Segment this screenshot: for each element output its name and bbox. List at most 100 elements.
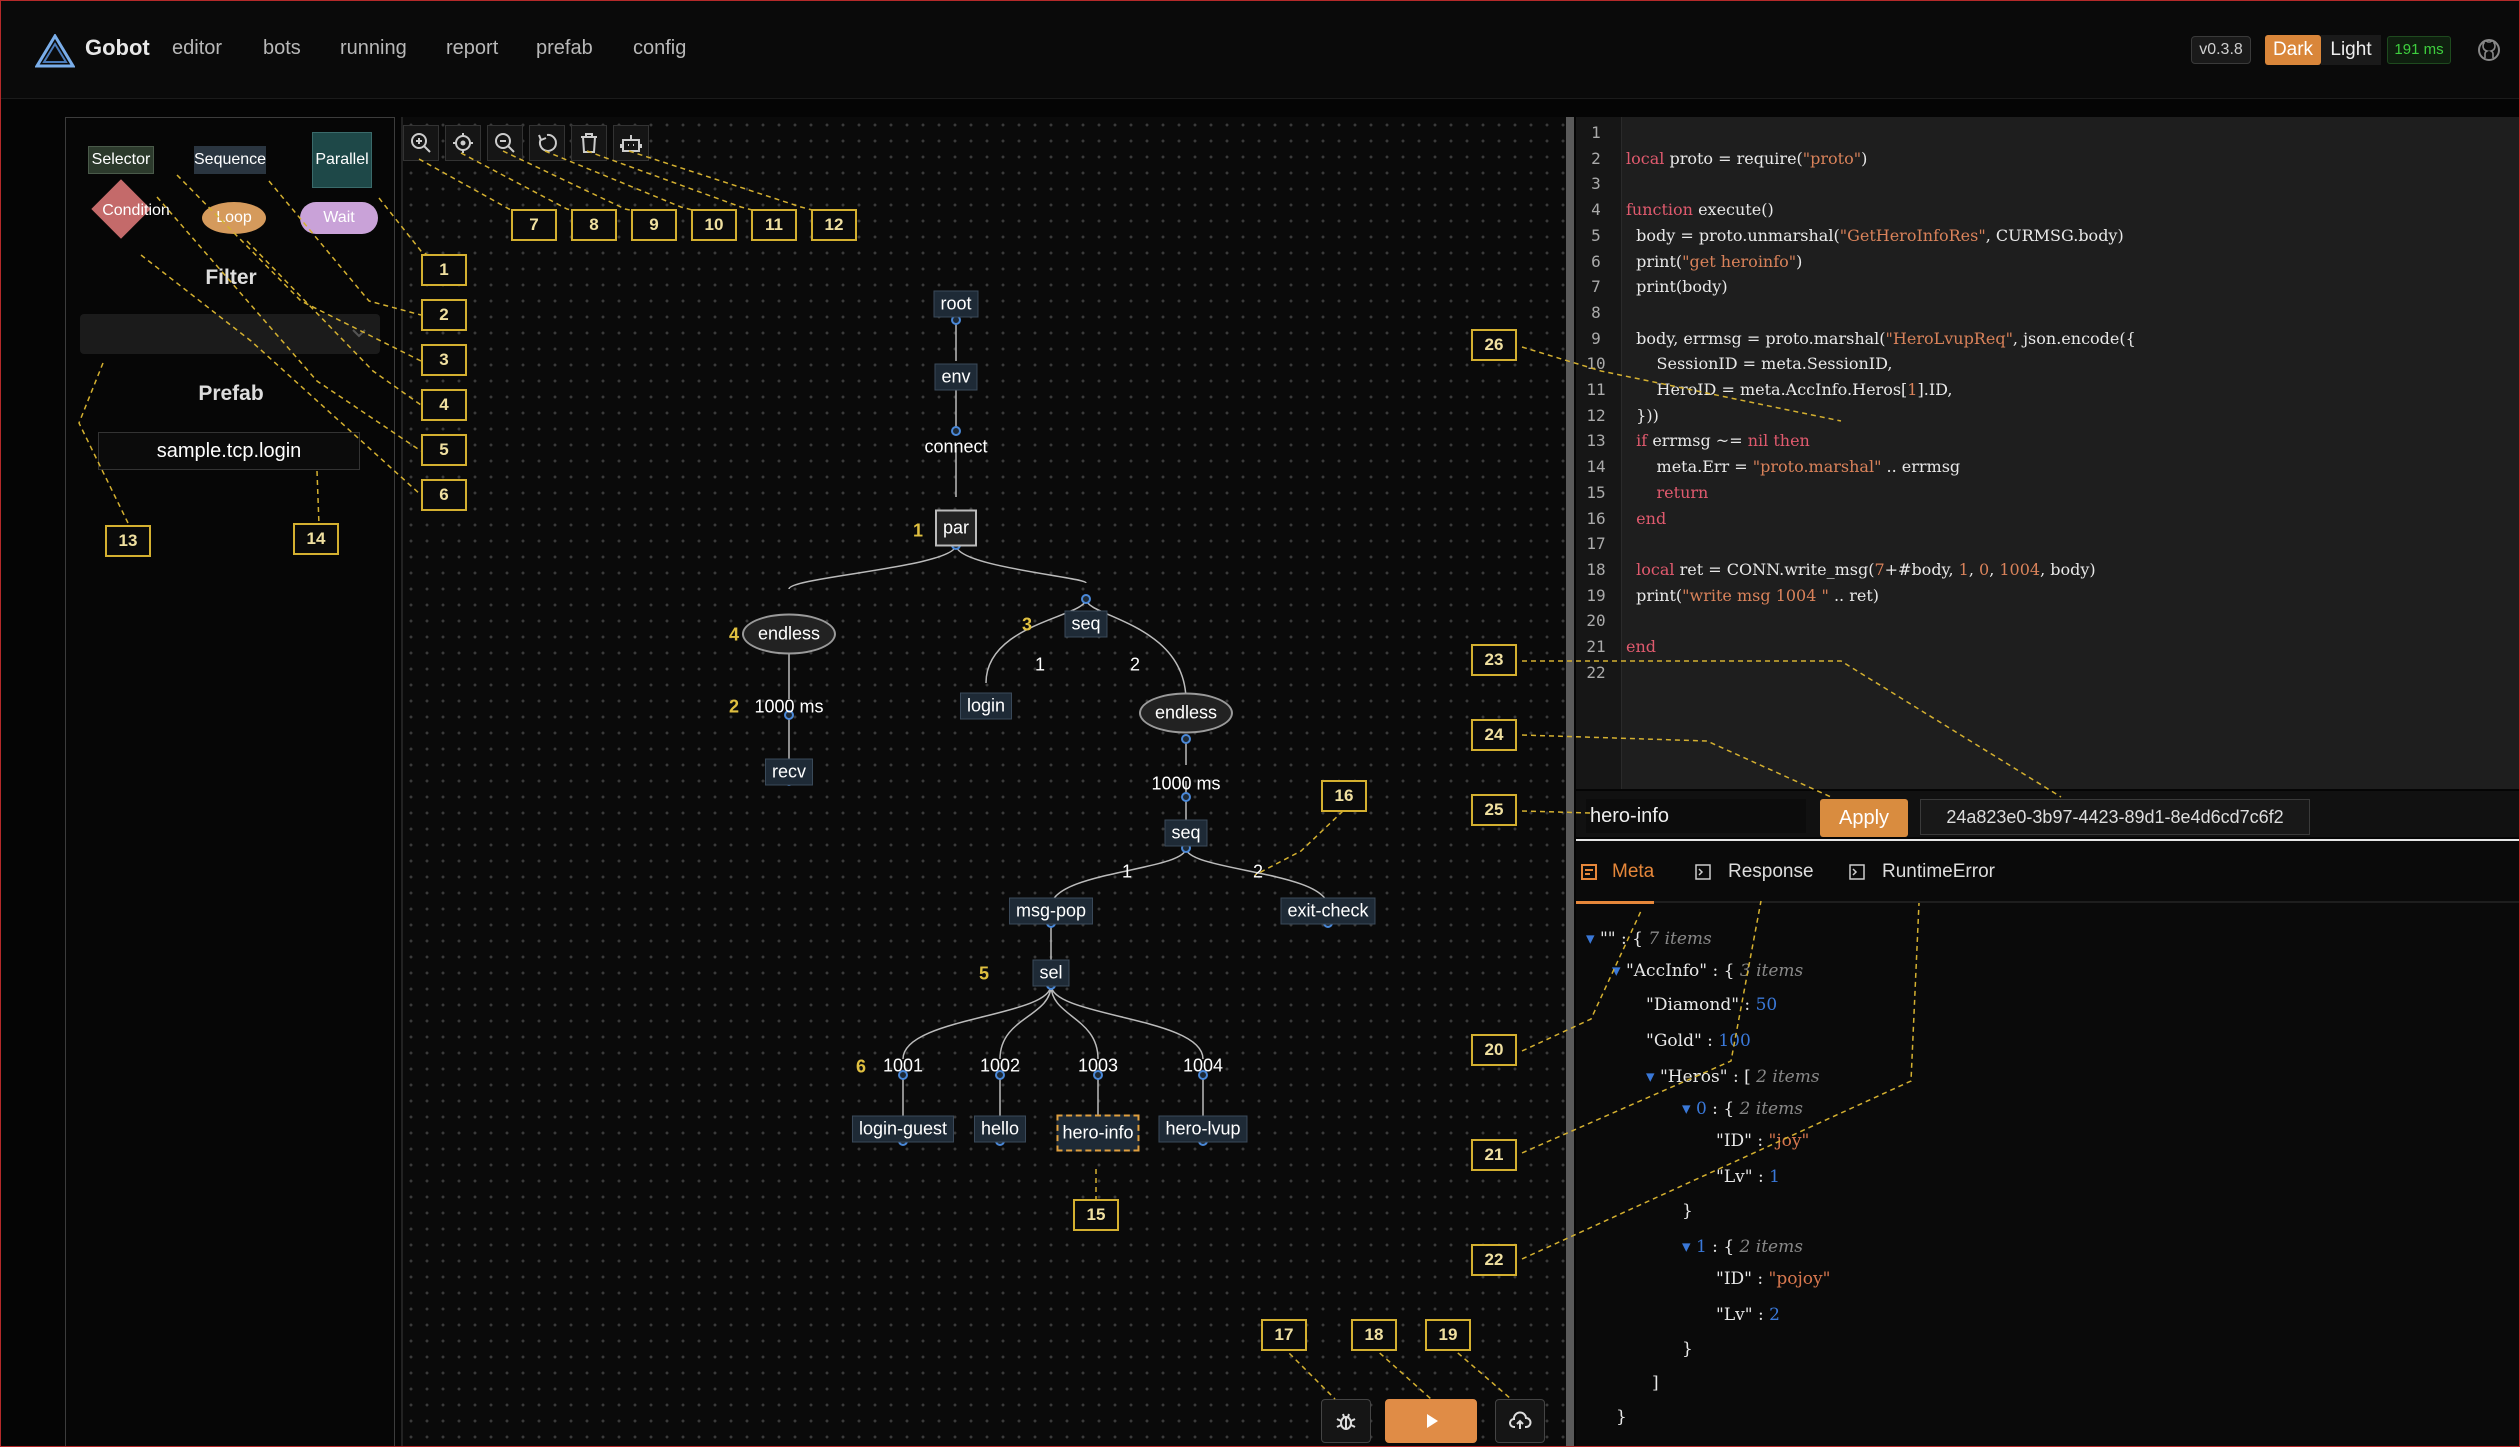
tree-node-hero-info[interactable]: hero-info (1056, 1114, 1140, 1152)
tree-node-1003[interactable]: 1003 (1078, 1056, 1118, 1077)
tree-node-msg-pop[interactable]: msg-pop (1008, 897, 1094, 925)
tree-node-1002[interactable]: 1002 (980, 1056, 1020, 1077)
line-number: 13 (1586, 431, 1606, 451)
behavior-tree-canvas[interactable]: root env connect par endless seq 1000 ms… (401, 117, 1566, 1446)
tree-node-wait-1[interactable]: 1000 ms (754, 697, 823, 718)
tree-node-sel[interactable]: sel (1032, 959, 1070, 987)
code-line[interactable]: })) (1626, 406, 1659, 425)
palette-loop[interactable]: Loop (202, 202, 266, 234)
tab-runtime-error[interactable]: RuntimeError (1882, 861, 1995, 883)
tree-node-seq-1[interactable]: seq (1064, 610, 1108, 638)
code-line[interactable]: local proto = require("proto") (1626, 149, 1867, 168)
line-gutter: 1 2 3 4 5 6 7 8 9 10 11 12 13 14 15 16 17 18 19 20 21 22 (1576, 117, 1622, 789)
callout-15: 15 (1073, 1199, 1119, 1231)
code-line[interactable]: return (1626, 483, 1709, 502)
code-line[interactable]: local ret = CONN.write_msg(7+#body, 1, 0… (1626, 560, 2095, 579)
json-root[interactable]: ▾ "" : { 7 items (1586, 929, 1712, 949)
callout-21: 21 (1471, 1139, 1517, 1171)
tree-node-hero-lvup[interactable]: hero-lvup (1158, 1115, 1248, 1143)
callout-25: 25 (1471, 794, 1517, 826)
debug-button[interactable] (1321, 1399, 1371, 1443)
tree-node-wait-2[interactable]: 1000 ms (1151, 774, 1220, 795)
tree-node-par[interactable]: par (934, 509, 978, 547)
code-line[interactable]: SessionID = meta.SessionID, (1626, 354, 1893, 373)
json-accinfo[interactable]: ▾ "AccInfo" : { 3 items (1612, 961, 1803, 981)
callout-13: 13 (105, 525, 151, 557)
filter-title: Filter (205, 266, 257, 289)
apply-button[interactable]: Apply (1820, 799, 1908, 837)
nav-running[interactable]: running (340, 37, 407, 60)
tree-node-seq-2[interactable]: seq (1164, 819, 1208, 847)
tree-node-root[interactable]: root (933, 290, 979, 318)
tree-node-login-guest[interactable]: login-guest (851, 1115, 955, 1143)
tree-node-endless-1[interactable]: endless (741, 613, 837, 655)
code-line[interactable]: body, errmsg = proto.marshal("HeroLvupRe… (1626, 329, 2136, 348)
nav-prefab[interactable]: prefab (536, 37, 593, 60)
prefab-item[interactable]: sample.tcp.login (98, 432, 360, 470)
nav-bots[interactable]: bots (263, 37, 301, 60)
line-number: 16 (1586, 508, 1606, 528)
palette-condition[interactable]: Condition (76, 200, 196, 222)
tree-node-hello[interactable]: hello (973, 1115, 1027, 1143)
tree-node-env[interactable]: env (934, 363, 978, 391)
filter-select[interactable] (80, 314, 380, 354)
code-line[interactable]: print("write msg 1004 " .. ret) (1626, 586, 1879, 605)
tree-node-exit-check[interactable]: exit-check (1280, 897, 1376, 925)
code-line[interactable]: print(body) (1626, 277, 1727, 296)
json-brace: } (1616, 1407, 1627, 1427)
json-hero-1[interactable]: ▾ 1 : { 2 items (1682, 1237, 1803, 1257)
code-line[interactable]: if errmsg ~= nil then (1626, 431, 1810, 450)
code-line[interactable]: HeroID = meta.AccInfo.Heros[1].ID, (1626, 380, 1953, 399)
line-number: 11 (1586, 380, 1606, 399)
code-line[interactable]: end (1626, 509, 1666, 528)
tree-node-endless-2[interactable]: endless (1138, 692, 1234, 734)
tab-response[interactable]: Response (1728, 861, 1814, 883)
palette-parallel[interactable]: Parallel (312, 132, 372, 188)
callout-20: 20 (1471, 1034, 1517, 1066)
palette-selector[interactable]: Selector (88, 146, 154, 174)
json-hero-0[interactable]: ▾ 0 : { 2 items (1682, 1099, 1803, 1119)
line-number: 2 (1591, 148, 1601, 168)
line-number: 10 (1586, 354, 1606, 374)
code-line[interactable]: body = proto.unmarshal("GetHeroInfoRes",… (1626, 226, 2124, 245)
tree-node-1001[interactable]: 1001 (883, 1056, 923, 1077)
tree-node-connect[interactable]: connect (924, 437, 987, 458)
terminal-icon (1849, 864, 1865, 880)
nav-report[interactable]: report (446, 37, 498, 60)
callout-11: 11 (751, 209, 797, 241)
palette-wait[interactable]: Wait (300, 202, 378, 234)
json-heros[interactable]: ▾ "Heros" : [ 2 items (1646, 1067, 1820, 1087)
palette-sequence[interactable]: Sequence (194, 146, 266, 174)
code-line[interactable]: meta.Err = "proto.marshal" .. errmsg (1626, 457, 1961, 476)
callout-14: 14 (293, 523, 339, 555)
tab-meta[interactable]: Meta (1612, 861, 1654, 883)
chevron-down-icon (352, 329, 366, 338)
panel-splitter[interactable] (1566, 117, 1574, 1446)
json-brace: } (1682, 1339, 1693, 1359)
theme-light-button[interactable]: Light (2321, 35, 2381, 65)
callout-17: 17 (1261, 1319, 1307, 1351)
tree-node-login[interactable]: login (959, 692, 1013, 720)
github-icon[interactable] (2477, 38, 2501, 62)
run-button[interactable] (1385, 1399, 1477, 1443)
line-number: 6 (1591, 251, 1601, 271)
code-line[interactable]: function execute() (1626, 200, 1774, 219)
meta-tab-icon (1581, 864, 1597, 880)
theme-dark-button[interactable]: Dark (2265, 35, 2321, 65)
nav-config[interactable]: config (633, 37, 686, 60)
line-number: 1 (1591, 123, 1601, 142)
line-number: 22 (1586, 662, 1606, 682)
nav-editor[interactable]: editor (172, 37, 222, 60)
callout-3: 3 (421, 344, 467, 376)
callout-16: 16 (1321, 780, 1367, 812)
brand-name[interactable]: Gobot (85, 35, 150, 61)
tree-node-recv[interactable]: recv (764, 758, 814, 786)
upload-button[interactable] (1495, 1399, 1545, 1443)
tree-node-1004[interactable]: 1004 (1183, 1056, 1223, 1077)
code-line[interactable]: print("get heroinfo") (1626, 252, 1802, 271)
code-editor[interactable]: 1 2 3 4 5 6 7 8 9 10 11 12 13 14 15 16 17 18 19 20 21 22 loca… (1576, 117, 2519, 789)
node-name-input[interactable]: hero-info (1586, 799, 1806, 833)
json-hero-1-id: "ID" : "pojoy" (1716, 1269, 1831, 1289)
code-line[interactable]: end (1626, 637, 1656, 656)
json-hero-1-lv: "Lv" : 2 (1716, 1305, 1780, 1325)
